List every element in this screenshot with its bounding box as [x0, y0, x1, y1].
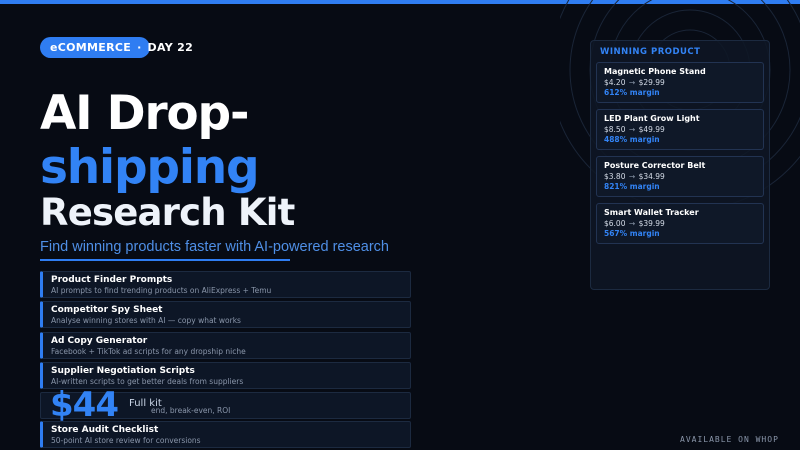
category-badge: eCOMMERCE · DAY 22 — [40, 37, 193, 58]
product-card: Smart Wallet Tracker $6.00 → $39.99 567%… — [596, 203, 764, 244]
product-price: $6.00 → $39.99 — [604, 219, 763, 228]
feature-row: Competitor Spy Sheet Analyse winning sto… — [40, 301, 411, 328]
product-card: Posture Corrector Belt $3.80 → $34.99 82… — [596, 156, 764, 197]
feature-desc: end, break-even, ROI — [151, 406, 231, 415]
product-name: LED Plant Grow Light — [604, 114, 700, 123]
feature-title: Store Audit Checklist — [51, 425, 159, 435]
feature-desc: Analyse winning stores with AI — copy wh… — [51, 316, 241, 325]
product-cost: $4.20 — [604, 78, 626, 87]
feature-desc: 50-point AI store review for conversions — [51, 436, 201, 445]
product-name: Posture Corrector Belt — [604, 161, 706, 170]
product-sell-price: $29.99 — [638, 78, 665, 87]
product-cost: $6.00 — [604, 219, 626, 228]
arrow-icon: → — [628, 78, 636, 87]
feature-row: Ad Copy Generator Facebook + TikTok ad s… — [40, 332, 411, 359]
panel-title: WINNING PRODUCT — [600, 47, 701, 57]
headline-line-2: shipping — [40, 140, 260, 195]
headline-line-3: Research Kit — [40, 191, 295, 234]
product-margin: 612% margin — [604, 88, 660, 97]
product-sell-price: $49.99 — [638, 125, 665, 134]
arrow-icon: → — [628, 219, 636, 228]
price-amount: $44 — [50, 385, 119, 425]
feature-title: Supplier Negotiation Scripts — [51, 366, 195, 376]
product-sell-price: $39.99 — [638, 219, 665, 228]
product-price: $8.50 → $49.99 — [604, 125, 763, 134]
product-cost: $8.50 — [604, 125, 626, 134]
arrow-icon: → — [628, 172, 636, 181]
feature-row: Product Finder Prompts AI prompts to fin… — [40, 271, 411, 298]
product-card: LED Plant Grow Light $8.50 → $49.99 488%… — [596, 109, 764, 150]
badge-separator: · — [137, 41, 142, 54]
top-accent-bar — [0, 0, 800, 4]
feature-desc: Facebook + TikTok ad scripts for any dro… — [51, 347, 246, 356]
badge-category: eCOMMERCE — [50, 41, 132, 54]
product-margin: 488% margin — [604, 135, 660, 144]
product-price: $4.20 → $29.99 — [604, 78, 763, 87]
product-price: $3.80 → $34.99 — [604, 172, 763, 181]
headline-line-1: AI Drop- — [40, 86, 249, 141]
availability-footer: AVAILABLE ON WHOP — [680, 435, 779, 444]
price-label: Full kit — [129, 398, 162, 409]
feature-title: Competitor Spy Sheet — [51, 305, 163, 315]
product-name: Smart Wallet Tracker — [604, 208, 699, 217]
subtitle-underline — [40, 259, 290, 261]
subtitle: Find winning products faster with AI-pow… — [40, 239, 389, 255]
product-cost: $3.80 — [604, 172, 626, 181]
arrow-icon: → — [628, 125, 636, 134]
feature-row: Store Audit Checklist 50-point AI store … — [40, 421, 411, 448]
product-sell-price: $34.99 — [638, 172, 665, 181]
product-margin: 821% margin — [604, 182, 660, 191]
product-margin: 567% margin — [604, 229, 660, 238]
product-card: Magnetic Phone Stand $4.20 → $29.99 612%… — [596, 62, 764, 103]
feature-title: Product Finder Prompts — [51, 275, 173, 285]
feature-title: Ad Copy Generator — [51, 336, 148, 346]
badge-day: DAY 22 — [147, 41, 194, 54]
product-name: Magnetic Phone Stand — [604, 67, 706, 76]
feature-desc: AI prompts to find trending products on … — [51, 286, 272, 295]
